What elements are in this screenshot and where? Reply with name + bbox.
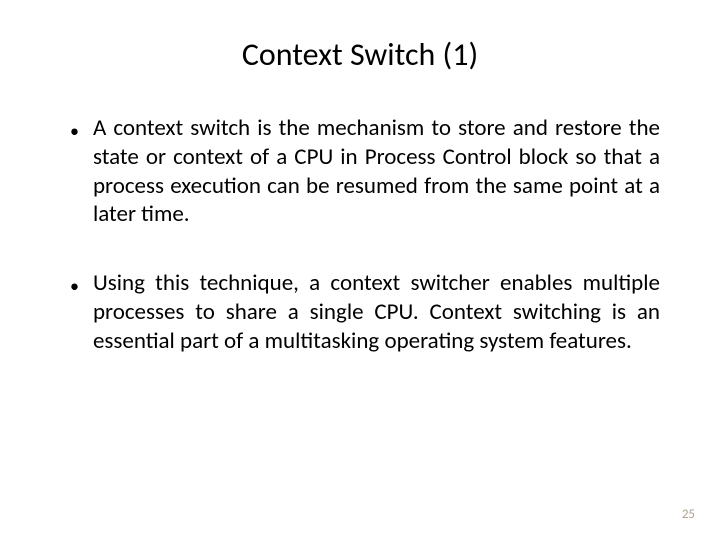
slide-title: Context Switch (1) xyxy=(60,35,660,74)
bullet-marker-icon: • xyxy=(70,120,79,142)
bullet-item: • Using this technique, a context switch… xyxy=(70,269,660,355)
bullet-text: A context switch is the mechanism to sto… xyxy=(93,114,660,229)
bullet-marker-icon: • xyxy=(70,275,79,297)
page-number: 25 xyxy=(682,507,695,522)
slide-container: Context Switch (1) • A context switch is… xyxy=(0,0,720,540)
slide-content: • A context switch is the mechanism to s… xyxy=(60,114,660,355)
bullet-item: • A context switch is the mechanism to s… xyxy=(70,114,660,229)
bullet-text: Using this technique, a context switcher… xyxy=(93,269,660,355)
